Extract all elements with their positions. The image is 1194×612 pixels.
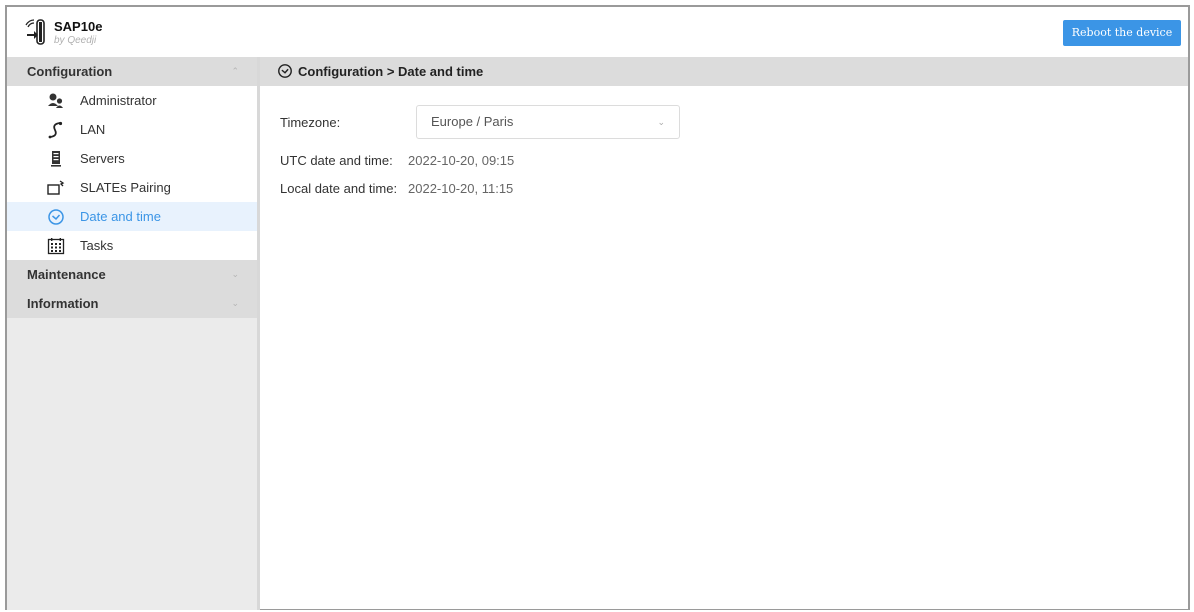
sidebar-item-label: Administrator <box>80 93 157 108</box>
local-label: Local date and time: <box>280 181 398 196</box>
chevron-down-icon: ⌄ <box>657 117 665 127</box>
sidebar-item-servers[interactable]: Servers <box>7 144 257 173</box>
logo: SAP10e by Qeedji <box>19 13 139 53</box>
page-header: Configuration > Date and time <box>260 57 1188 86</box>
calendar-icon <box>47 238 65 255</box>
sidebar-item-lan[interactable]: LAN <box>7 115 257 144</box>
chevron-down-icon: ⌄ <box>231 269 239 279</box>
sidebar-item-administrator[interactable]: Administrator <box>7 86 257 115</box>
clock-icon <box>278 64 292 78</box>
sidebar: Configuration ⌃ Administrator LAN Server… <box>7 57 260 610</box>
top-bar: SAP10e by Qeedji Reboot the device <box>7 7 1188 57</box>
chevron-up-icon: ⌃ <box>231 66 239 76</box>
local-value: 2022-10-20, 11:15 <box>408 181 514 196</box>
chevron-down-icon: ⌄ <box>231 298 239 308</box>
app-title: SAP10e <box>54 19 103 34</box>
slates-pairing-icon <box>47 180 65 195</box>
section-configuration-label: Configuration <box>27 64 113 79</box>
section-information-label: Information <box>27 296 99 311</box>
timezone-select[interactable]: Europe / Paris ⌄ <box>416 105 680 139</box>
sidebar-item-tasks[interactable]: Tasks <box>7 231 257 260</box>
lan-icon <box>48 121 63 139</box>
logo-icon <box>25 19 45 45</box>
reboot-device-button[interactable]: Reboot the device <box>1063 20 1181 46</box>
page-title: Configuration > Date and time <box>298 64 484 79</box>
app-window: SAP10e by Qeedji Reboot the device Confi… <box>5 5 1190 610</box>
sidebar-item-slates-pairing[interactable]: SLATEs Pairing <box>7 173 257 202</box>
clock-icon <box>48 209 64 225</box>
main-content: Configuration > Date and time Timezone: … <box>260 57 1188 609</box>
servers-icon <box>51 151 61 167</box>
app-subtitle: by Qeedji <box>54 35 97 46</box>
section-maintenance-label: Maintenance <box>27 267 106 282</box>
utc-label: UTC date and time: <box>280 153 393 168</box>
section-maintenance[interactable]: Maintenance ⌄ <box>7 260 257 289</box>
sidebar-item-label: LAN <box>80 122 106 137</box>
section-information[interactable]: Information ⌄ <box>7 289 257 318</box>
sidebar-item-label: SLATEs Pairing <box>80 180 171 195</box>
timezone-value: Europe / Paris <box>431 114 514 129</box>
configuration-menu: Administrator LAN Servers SLATEs Pairing… <box>7 86 257 260</box>
sidebar-item-date-and-time[interactable]: Date and time <box>7 202 257 231</box>
utc-value: 2022-10-20, 09:15 <box>408 153 515 168</box>
administrator-icon <box>48 93 63 108</box>
timezone-label: Timezone: <box>280 115 341 130</box>
sidebar-item-label: Servers <box>80 151 125 166</box>
sidebar-item-label: Tasks <box>80 238 114 253</box>
section-configuration[interactable]: Configuration ⌃ <box>7 57 257 86</box>
sidebar-item-label: Date and time <box>80 209 161 224</box>
